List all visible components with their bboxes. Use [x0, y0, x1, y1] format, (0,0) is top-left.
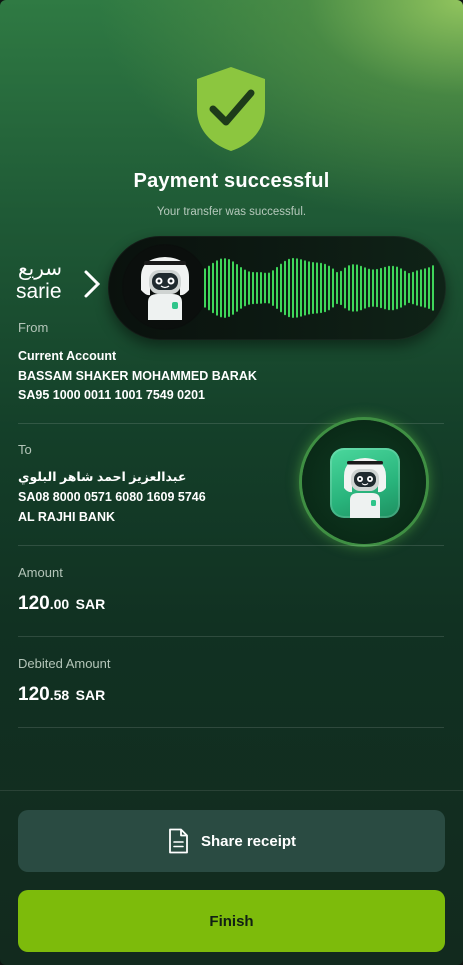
waveform-bar [420, 269, 422, 307]
finish-button[interactable]: Finish [18, 890, 445, 952]
finish-label: Finish [209, 912, 254, 930]
waveform-bar [396, 266, 398, 310]
waveform-bar [428, 267, 430, 309]
payment-success-screen: Payment successful Your transfer was suc… [0, 0, 463, 965]
waveform-bar [304, 260, 306, 316]
audio-waveform [204, 257, 434, 318]
waveform-bar [332, 268, 334, 308]
debited-integer: 120 [18, 684, 50, 705]
robot-avatar [122, 244, 208, 330]
waveform-bar [316, 262, 318, 314]
waveform-bar [288, 258, 290, 318]
amount-integer: 120 [18, 593, 50, 614]
waveform-bar [252, 271, 254, 305]
waveform-bar [320, 262, 322, 314]
waveform-bar [280, 263, 282, 313]
waveform-bar [204, 268, 206, 308]
footer-separator [0, 790, 463, 791]
debited-label: Debited Amount [18, 656, 111, 671]
divider [18, 727, 444, 728]
waveform-bar [384, 266, 386, 310]
waveform-bar [272, 270, 274, 306]
waveform-bar [432, 265, 434, 311]
divider [18, 636, 444, 637]
debited-decimal: .58 [49, 687, 70, 703]
waveform-bar [296, 258, 298, 318]
svg-text:سريع: سريع [18, 256, 62, 280]
waveform-bar [220, 258, 222, 318]
robot-assistant-icon [330, 448, 400, 518]
page-title: Payment successful [133, 170, 330, 192]
waveform-bar [300, 259, 302, 317]
debited-value: 120.58 SAR [18, 684, 105, 706]
robot-assistant-button[interactable] [302, 420, 426, 544]
waveform-bar [400, 268, 402, 308]
waveform-bar [356, 264, 358, 312]
waveform-bar [360, 265, 362, 311]
waveform-bar [208, 265, 210, 311]
svg-text:sarie: sarie [16, 280, 62, 303]
waveform-bar [256, 272, 258, 304]
waveform-bar [244, 269, 246, 307]
waveform-bar [328, 265, 330, 311]
from-iban: SA95 1000 0011 1001 7549 0201 [18, 388, 205, 402]
waveform-bar [352, 264, 354, 312]
waveform-bar [308, 261, 310, 315]
shield-check-icon [197, 67, 265, 151]
waveform-bar [224, 258, 226, 318]
waveform-bar [312, 262, 314, 314]
divider [18, 545, 444, 546]
amount-currency: SAR [75, 596, 106, 612]
waveform-bar [212, 262, 214, 314]
from-name: BASSAM SHAKER MOHAMMED BARAK [18, 369, 257, 383]
to-iban: SA08 8000 0571 6080 1609 5746 [18, 490, 206, 504]
waveform-bar [260, 272, 262, 304]
waveform-bar [372, 269, 374, 307]
waveform-bar [284, 260, 286, 316]
amount-value: 120.00 SAR [18, 593, 105, 615]
amount-decimal: .00 [49, 596, 70, 612]
waveform-bar [324, 263, 326, 313]
waveform-bar [292, 257, 294, 318]
from-account-type: Current Account [18, 349, 117, 363]
waveform-bar [388, 265, 390, 311]
from-label: From [18, 320, 49, 335]
waveform-bar [268, 272, 270, 304]
waveform-bar [348, 265, 350, 311]
waveform-bar [276, 266, 278, 309]
share-receipt-button[interactable]: Share receipt [18, 810, 445, 872]
share-receipt-label: Share receipt [200, 832, 297, 850]
waveform-bar [392, 265, 394, 311]
waveform-bar [344, 267, 346, 309]
waveform-bar [416, 270, 418, 306]
waveform-bar [236, 264, 238, 312]
waveform-bar [216, 260, 218, 316]
waveform-bar [412, 271, 414, 305]
waveform-bar [404, 270, 406, 306]
waveform-bar [340, 270, 342, 306]
waveform-bar [380, 267, 382, 309]
waveform-bar [264, 272, 266, 304]
waveform-bar [376, 268, 378, 308]
waveform-bar [336, 271, 338, 305]
waveform-bar [232, 261, 234, 315]
waveform-bar [240, 267, 242, 309]
to-name: عبدالعزيز احمد شاهر البلوي [18, 470, 187, 484]
waveform-bar [368, 268, 370, 308]
to-bank: AL RAJHI BANK [18, 510, 115, 524]
page-subtitle: Your transfer was successful. [156, 206, 307, 218]
waveform-bar [364, 267, 366, 309]
waveform-bar [408, 272, 410, 304]
debited-currency: SAR [75, 687, 106, 703]
voice-assistant-pill[interactable] [108, 236, 446, 340]
to-label: To [18, 442, 32, 457]
document-icon [169, 828, 188, 854]
waveform-bar [248, 271, 250, 305]
waveform-bar [228, 259, 230, 317]
sarie-logo: سريع sarie [16, 256, 101, 303]
amount-label: Amount [18, 565, 63, 580]
waveform-bar [424, 268, 426, 308]
